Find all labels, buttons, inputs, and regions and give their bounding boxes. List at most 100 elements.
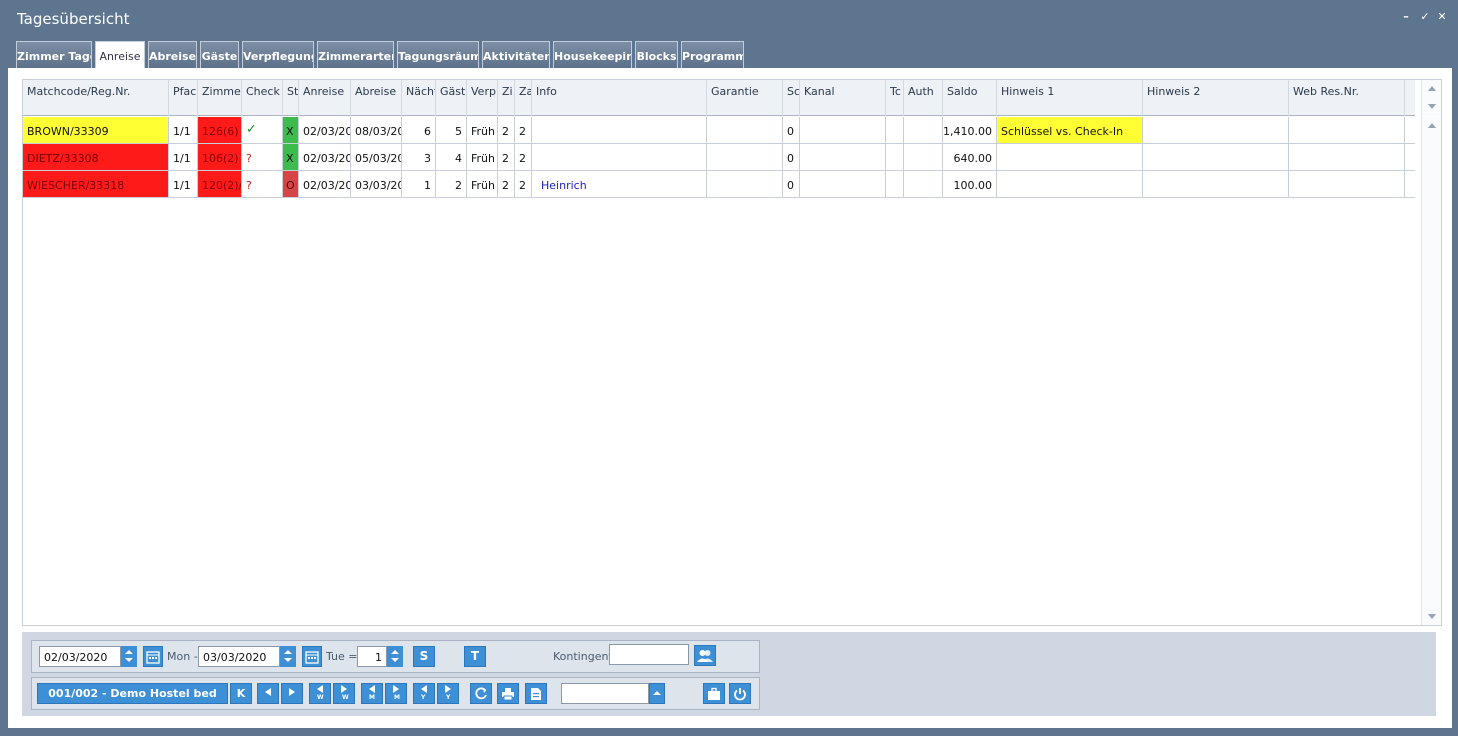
date-from-input[interactable]: 02/03/2020 [39,646,121,667]
export-icon[interactable] [525,683,547,704]
k-button[interactable]: K [230,683,252,704]
cell-sc[interactable]: 0 [783,117,800,143]
tab-abreise[interactable]: Abreise [148,41,197,69]
briefcase-icon[interactable] [703,683,725,704]
cell-matchcode[interactable]: WIESCHER/33318 [23,171,169,197]
cell-garantie[interactable] [707,144,783,170]
dropdown-arrow-icon[interactable] [649,683,665,704]
cell-naechte[interactable]: 3 [402,144,436,170]
next-day-icon[interactable] [281,683,303,704]
cell-sc[interactable]: 0 [783,171,800,197]
cell-auth[interactable] [904,171,943,197]
col-pfad[interactable]: Pfac [169,80,198,116]
tab-tagungsraeume[interactable]: Tagungsräume [397,41,479,69]
scroll-up-icon[interactable] [1428,123,1436,128]
cell-zi[interactable]: 2 [498,117,515,143]
cell-gaeste[interactable]: 5 [436,117,467,143]
cell-status[interactable]: X [283,144,299,170]
col-info[interactable]: Info [532,80,707,116]
tab-programm[interactable]: Programm [681,41,744,69]
col-sc[interactable]: Sc [783,80,800,116]
cell-hinweis2[interactable] [1143,144,1289,170]
cell-web-res-nr[interactable] [1289,171,1405,197]
cell-web-res-nr[interactable] [1289,117,1405,143]
tab-housekeeping[interactable]: Housekeeping [553,41,632,69]
col-status[interactable]: St [283,80,299,116]
cell-naechte[interactable]: 1 [402,171,436,197]
cell-abreise[interactable]: 03/03/20 [351,171,402,197]
refresh-icon[interactable] [470,683,492,704]
cell-matchcode[interactable]: BROWN/33309 [23,117,169,143]
cell-info[interactable]: Heinrich [532,171,707,197]
cell-anreise[interactable]: 02/03/20 [299,144,351,170]
cell-zi[interactable]: 2 [498,171,515,197]
cell-saldo[interactable]: 640.00 [943,144,997,170]
cell-web-res-nr[interactable] [1289,144,1405,170]
cell-zimmer[interactable]: 120(2)/ [198,171,242,197]
cell-info[interactable] [532,144,707,170]
col-hinweis2[interactable]: Hinweis 2 [1143,80,1289,116]
cell-zi[interactable]: 2 [498,144,515,170]
cell-za[interactable]: 2 [515,171,532,197]
col-web-res-nr[interactable]: Web Res.Nr. [1289,80,1405,116]
cell-saldo[interactable]: 100.00 [943,171,997,197]
col-anreise[interactable]: Anreise [299,80,351,116]
table-row[interactable]: BROWN/33309 1/1 126(6) ✓ X 02/03/20 08/0… [23,117,1415,144]
col-kanal[interactable]: Kanal [800,80,886,116]
col-garantie[interactable]: Garantie [707,80,783,116]
cell-za[interactable]: 2 [515,117,532,143]
tab-verpflegung[interactable]: Verpflegung [242,41,314,69]
header-scroll[interactable] [1421,80,1441,116]
cell-zimmer[interactable]: 126(6) [198,117,242,143]
date-from-stepper[interactable] [121,646,137,667]
cell-abreise[interactable]: 05/03/20 [351,144,402,170]
days-stepper[interactable] [387,646,403,667]
scroll-down-icon[interactable] [1428,614,1436,619]
cell-hinweis1[interactable] [997,144,1143,170]
cell-naechte[interactable]: 6 [402,117,436,143]
col-hinweis1[interactable]: Hinweis 1 [997,80,1143,116]
tab-zimmerarten[interactable]: Zimmerarten [317,41,394,69]
date-to-stepper[interactable] [280,646,296,667]
power-icon[interactable] [729,683,751,704]
cell-saldo[interactable]: 1,410.00 [943,117,997,143]
scroll-up-icon[interactable] [1428,86,1436,91]
cell-garantie[interactable] [707,117,783,143]
col-gaeste[interactable]: Gäst [436,80,467,116]
prev-week-icon[interactable]: W [309,683,331,704]
col-matchcode[interactable]: Matchcode/Reg.Nr. [23,80,169,116]
col-verpflegung[interactable]: Verp [467,80,498,116]
cell-hinweis2[interactable] [1143,117,1289,143]
calendar-icon[interactable] [302,646,322,667]
tab-zimmer-tage[interactable]: Zimmer Tage [16,41,92,69]
cell-auth[interactable] [904,117,943,143]
col-abreise[interactable]: Abreise [351,80,402,116]
restore-icon[interactable]: ✓ [1419,10,1431,23]
cell-hinweis2[interactable] [1143,171,1289,197]
filter-dropdown[interactable] [561,683,649,704]
cell-za[interactable]: 2 [515,144,532,170]
cell-abreise[interactable]: 08/03/20 [351,117,402,143]
cell-info[interactable] [532,117,707,143]
prev-year-icon[interactable]: Y [413,683,435,704]
cell-kanal[interactable] [800,117,886,143]
cell-status[interactable]: O [283,171,299,197]
cell-tc[interactable] [886,117,904,143]
category-button[interactable]: 001/002 - Demo Hostel bed categories [37,683,228,704]
next-year-icon[interactable]: Y [437,683,459,704]
col-zi[interactable]: Zi [498,80,515,116]
check-icon[interactable]: ✓ [242,117,283,143]
cell-pfad[interactable]: 1/1 [169,171,198,197]
cell-gaeste[interactable]: 2 [436,171,467,197]
table-row[interactable]: DIETZ/33308 1/1 106(2) ? X 02/03/20 05/0… [23,144,1415,171]
next-month-icon[interactable]: M [385,683,407,704]
cell-tc[interactable] [886,171,904,197]
prev-month-icon[interactable]: M [361,683,383,704]
next-week-icon[interactable]: W [333,683,355,704]
kontingent-input[interactable] [609,644,689,665]
table-row[interactable]: WIESCHER/33318 1/1 120(2)/ ? O 02/03/20 … [23,171,1415,198]
cell-verpflegung[interactable]: Früh [467,171,498,197]
cell-anreise[interactable]: 02/03/20 [299,117,351,143]
cell-zimmer[interactable]: 106(2) [198,144,242,170]
cell-gaeste[interactable]: 4 [436,144,467,170]
